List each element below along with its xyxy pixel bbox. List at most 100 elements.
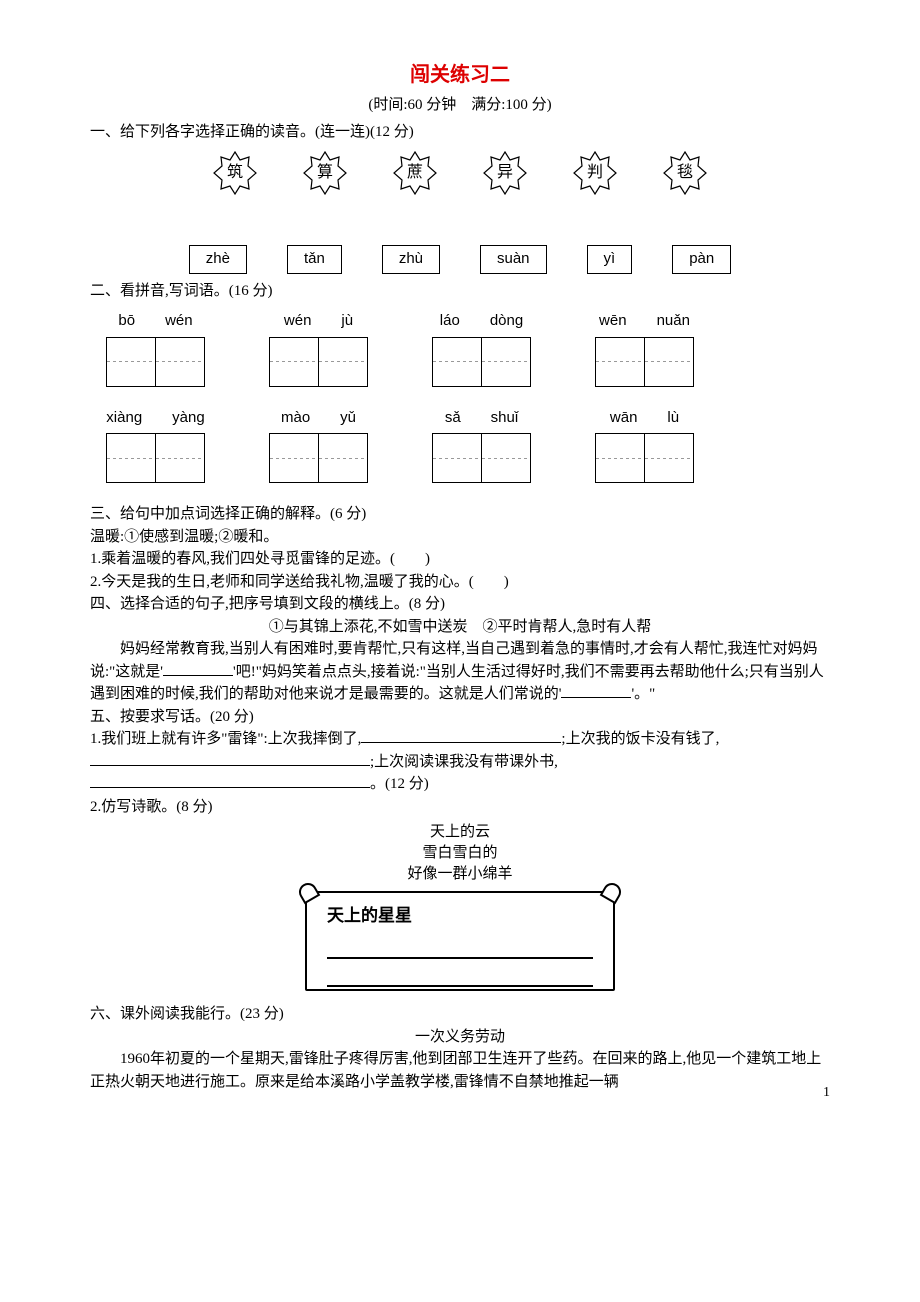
star-char: 异 — [483, 151, 527, 195]
q4-heading: 四、选择合适的句子,把序号填到文段的横线上。(8 分) — [90, 593, 830, 616]
blank[interactable] — [90, 765, 370, 766]
q4-text: '。" — [631, 686, 655, 702]
write-cell[interactable] — [269, 433, 319, 483]
py: dòng — [490, 310, 523, 333]
write-group: wén jù — [269, 310, 368, 387]
q3-heading: 三、给句中加点词选择正确的解释。(6 分) — [90, 503, 830, 526]
char: 蔗 — [407, 161, 423, 185]
write-group: xiàng yàng — [106, 407, 205, 484]
py: xiàng — [106, 407, 142, 430]
q5-heading: 五、按要求写话。(20 分) — [90, 706, 830, 729]
write-group: wēn nuǎn — [595, 310, 694, 387]
write-cell[interactable] — [106, 433, 156, 483]
star-char: 判 — [573, 151, 617, 195]
blank-line[interactable] — [327, 969, 593, 987]
poem-scroll: 天上的星星 — [305, 891, 615, 991]
write-row-1: bō wén wén jù láo dòng wēn nuǎn — [90, 310, 830, 387]
pinyin-option: suàn — [480, 245, 547, 274]
q4-text: '吧!"妈妈笑着点点头,接着说:"当别人生活过得好时,我们不需要再去帮助他什么;… — [90, 664, 824, 703]
char: 判 — [587, 161, 603, 185]
q4-choices: ①与其锦上添花,不如雪中送炭 ②平时肯帮人,急时有人帮 — [90, 616, 830, 639]
write-cell[interactable] — [269, 337, 319, 387]
scroll-title: 天上的星星 — [327, 903, 593, 929]
q6-heading: 六、课外阅读我能行。(23 分) — [90, 1003, 830, 1026]
py: láo — [440, 310, 460, 333]
write-group: bō wén — [106, 310, 205, 387]
blank[interactable] — [90, 787, 370, 788]
py: wēn — [599, 310, 627, 333]
write-cell[interactable] — [481, 433, 531, 483]
q5-item1: 1.我们班上就有许多"雷锋":上次我摔倒了, ;上次我的饭卡没有钱了,;上次阅读课… — [90, 728, 830, 796]
py: yǔ — [340, 407, 356, 430]
text: 。(12 分) — [370, 776, 429, 792]
q5-item2: 2.仿写诗歌。(8 分) — [90, 796, 830, 819]
py: sǎ — [445, 407, 461, 430]
pinyin-option: yì — [587, 245, 633, 274]
pinyin-option: tǎn — [287, 245, 342, 274]
q3-item2: 2.今天是我的生日,老师和同学送给我礼物,温暖了我的心。( ) — [90, 571, 830, 594]
star-row: 筑 算 蔗 异 判 毯 — [90, 151, 830, 195]
scroll-wrap: 天上的星星 — [90, 891, 830, 991]
write-cell[interactable] — [644, 337, 694, 387]
star-char: 算 — [303, 151, 347, 195]
q3-defs: 温暖:①使感到温暖;②暖和。 — [90, 526, 830, 549]
text: 1.我们班上就有许多"雷锋":上次我摔倒了, — [90, 731, 361, 747]
time-score: (时间:60 分钟 满分:100 分) — [90, 94, 830, 117]
py: yàng — [172, 407, 205, 430]
py: mào — [281, 407, 310, 430]
write-group: mào yǔ — [269, 407, 368, 484]
pinyin-option: zhù — [382, 245, 440, 274]
star-char: 筑 — [213, 151, 257, 195]
py: nuǎn — [657, 310, 690, 333]
text: ;上次阅读课我没有带课外书, — [370, 754, 558, 770]
passage-title: 一次义务劳动 — [90, 1026, 830, 1049]
poem-line: 天上的云 — [90, 822, 830, 843]
q2-heading: 二、看拼音,写词语。(16 分) — [90, 280, 830, 303]
write-cell[interactable] — [318, 433, 368, 483]
write-cell[interactable] — [155, 433, 205, 483]
poem: 天上的云 雪白雪白的 好像一群小绵羊 — [90, 822, 830, 885]
write-cell[interactable] — [481, 337, 531, 387]
pinyin-option: pàn — [672, 245, 731, 274]
write-group: sǎ shuǐ — [432, 407, 531, 484]
write-row-2: xiàng yàng mào yǔ sǎ shuǐ wān lù — [90, 407, 830, 484]
char: 异 — [497, 161, 513, 185]
py: wān — [610, 407, 638, 430]
write-cell[interactable] — [432, 337, 482, 387]
py: wén — [165, 310, 193, 333]
py: lù — [667, 407, 679, 430]
write-cell[interactable] — [318, 337, 368, 387]
char: 毯 — [677, 161, 693, 185]
py: bō — [118, 310, 135, 333]
write-cell[interactable] — [595, 337, 645, 387]
star-char: 蔗 — [393, 151, 437, 195]
py: shuǐ — [491, 407, 519, 430]
write-cell[interactable] — [432, 433, 482, 483]
page-number: 1 — [823, 1082, 830, 1103]
write-group: láo dòng — [432, 310, 531, 387]
star-char: 毯 — [663, 151, 707, 195]
q3-item1: 1.乘着温暖的春风,我们四处寻觅雷锋的足迹。( ) — [90, 548, 830, 571]
poem-line: 雪白雪白的 — [90, 843, 830, 864]
char: 算 — [317, 161, 333, 185]
q1-heading: 一、给下列各字选择正确的读音。(连一连)(12 分) — [90, 121, 830, 144]
text: ;上次我的饭卡没有钱了, — [561, 731, 719, 747]
pinyin-option: zhè — [189, 245, 247, 274]
q4-paragraph: 妈妈经常教育我,当别人有困难时,要肯帮忙,只有这样,当自己遇到着急的事情时,才会… — [90, 638, 830, 706]
py: jù — [341, 310, 353, 333]
poem-line: 好像一群小绵羊 — [90, 864, 830, 885]
blank[interactable] — [361, 742, 561, 743]
page-title: 闯关练习二 — [90, 60, 830, 90]
blank[interactable] — [561, 697, 631, 698]
write-cell[interactable] — [106, 337, 156, 387]
write-cell[interactable] — [644, 433, 694, 483]
blank[interactable] — [163, 675, 233, 676]
passage: 1960年初夏的一个星期天,雷锋肚子疼得厉害,他到团部卫生连开了些药。在回来的路… — [90, 1048, 830, 1093]
write-group: wān lù — [595, 407, 694, 484]
write-cell[interactable] — [155, 337, 205, 387]
blank-line[interactable] — [327, 941, 593, 959]
py: wén — [284, 310, 312, 333]
char: 筑 — [227, 161, 243, 185]
write-cell[interactable] — [595, 433, 645, 483]
pinyin-options: zhè tǎn zhù suàn yì pàn — [90, 245, 830, 274]
